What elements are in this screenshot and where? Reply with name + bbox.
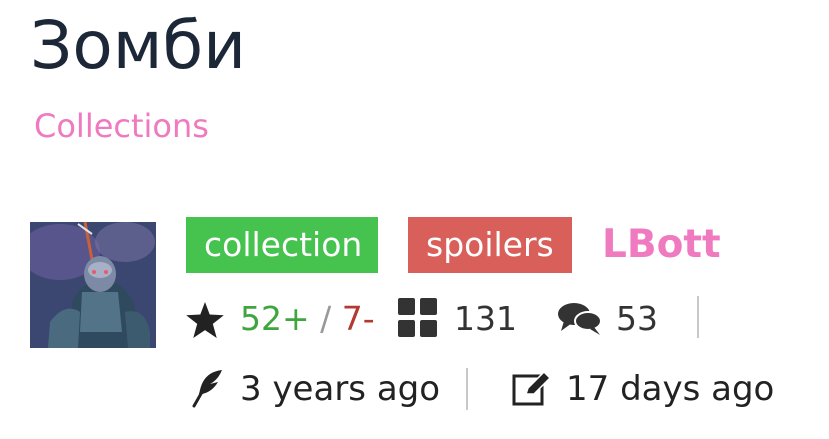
edit-icon — [512, 370, 552, 412]
comment-count[interactable]: 53 — [616, 295, 658, 343]
downvote-count[interactable]: 7- — [342, 299, 375, 338]
divider — [697, 296, 699, 338]
page-title: Зомби — [30, 7, 247, 84]
feather-icon — [192, 368, 226, 412]
comments-icon — [558, 301, 602, 341]
avatar-image — [30, 222, 156, 348]
item-count: 131 — [454, 299, 517, 338]
upvote-count[interactable]: 52+ — [240, 299, 310, 338]
tag-spoilers[interactable]: spoilers — [408, 217, 572, 273]
breadcrumb-collections[interactable]: Collections — [34, 106, 209, 146]
divider — [466, 368, 468, 410]
star-icon — [186, 302, 224, 342]
tag-collection[interactable]: collection — [186, 217, 378, 273]
created-time: 3 years ago — [240, 369, 441, 409]
avatar[interactable] — [30, 222, 156, 348]
updated-time: 17 days ago — [566, 369, 775, 409]
vote-score: 52+ / 7- — [240, 295, 375, 343]
author-link[interactable]: LBott — [602, 217, 721, 273]
grid-icon — [398, 298, 438, 342]
vote-separator: / — [320, 299, 332, 338]
